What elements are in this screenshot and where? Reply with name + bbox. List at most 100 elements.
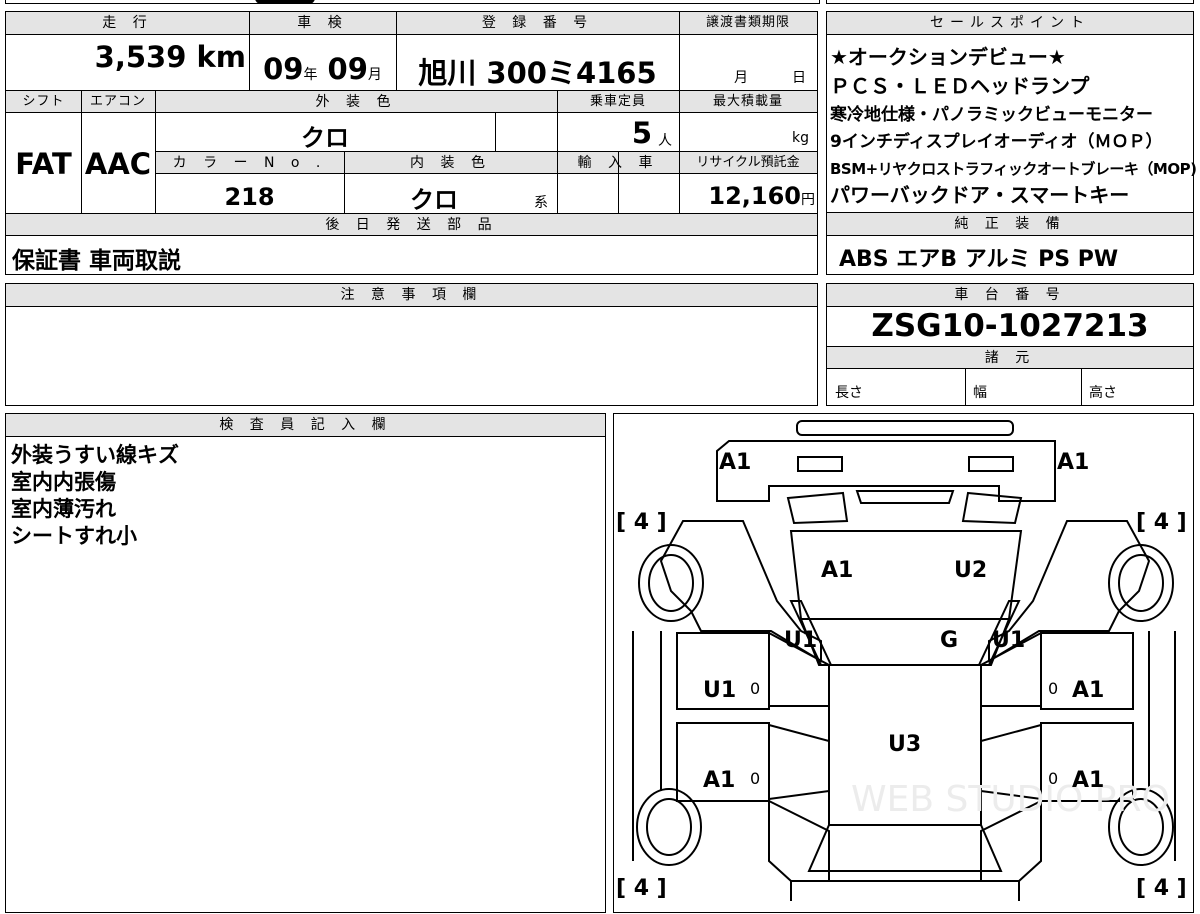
shift-value: FAT <box>15 147 72 181</box>
color-number-value: 218 <box>224 183 275 211</box>
grid-line <box>557 90 558 214</box>
shaken-month: 09 <box>327 52 368 86</box>
panel-zero-label: 0 <box>750 679 761 698</box>
grid-line <box>679 12 680 214</box>
mileage-value-cell: 3,539 km <box>6 40 246 74</box>
grid-line <box>155 90 156 214</box>
grid-line <box>495 113 496 151</box>
damage-mark-pillar-right: U1 <box>992 628 1026 653</box>
mileage-label: 走 行 <box>6 12 249 35</box>
inspector-note: シートすれ小 <box>11 524 137 548</box>
mileage-unit: km <box>196 40 246 74</box>
notes-box: 注 意 事 項 欄 <box>5 283 818 406</box>
sales-point-line: ★オークションデビュー★ <box>830 45 1066 69</box>
inspector-label: 検 査 員 記 入 欄 <box>6 414 605 437</box>
later-parts-label: 後 日 発 送 部 品 <box>6 213 817 236</box>
grid-line <box>396 12 397 91</box>
transfer-day-unit: 日 <box>792 70 806 86</box>
sales-point-line: ＰＣＳ・ＬＥＤヘッドランプ <box>830 74 1090 98</box>
damage-mark-front-left: A1 <box>719 450 752 475</box>
grid-line <box>81 90 82 214</box>
damage-mark-windshield: G <box>940 628 959 653</box>
car-outline-diagram: WEB STUDIO PRO <box>632 420 1176 901</box>
vehicle-info-table: 走 行 車 検 登 録 番 号 譲渡書類期限 3,539 km 09年 09月 … <box>5 11 818 275</box>
shift-label: シフト <box>6 90 81 113</box>
panel-zero-label: 0 <box>1048 769 1059 788</box>
transfer-month-unit: 月 <box>734 70 748 86</box>
aircon-value: AAC <box>84 147 152 181</box>
inspector-note: 室内内張傷 <box>11 470 116 494</box>
inspector-note: 室内薄汚れ <box>11 497 116 521</box>
tire-depth-rear-left: [ 4 ] <box>616 876 667 901</box>
top-strip-cell <box>826 0 1194 4</box>
damage-mark-rear-door-right: A1 <box>1072 768 1105 793</box>
shaken-month-unit: 月 <box>367 67 382 83</box>
sales-points-box: セールスポイント ★オークションデビュー★ ＰＣＳ・ＬＥＤヘッドランプ 寒冷地仕… <box>826 11 1197 213</box>
equipment-label: 純 正 装 備 <box>827 213 1193 236</box>
chassis-number-label: 車 台 番 号 <box>827 284 1193 307</box>
shaken-value-cell: 09年 09月 <box>249 52 396 86</box>
damage-mark-roof: U3 <box>888 732 922 757</box>
height-label: 高さ <box>1089 385 1117 401</box>
recycle-deposit-value-cell: 12,160円 <box>679 182 815 210</box>
interior-color-suffix: 系 <box>534 195 548 211</box>
grid-line <box>1081 369 1082 405</box>
length-label: 長さ <box>835 385 863 401</box>
grid-line <box>965 369 966 405</box>
grid-line <box>344 151 345 214</box>
damage-mark-pillar-left: U1 <box>784 628 818 653</box>
recycle-deposit-unit: 円 <box>801 192 815 208</box>
width-label: 幅 <box>973 385 987 401</box>
top-strip-cut-text <box>255 0 315 4</box>
equipment-value: ABS エアB アルミ PS PW <box>839 247 1119 272</box>
aircon-label: エアコン <box>81 90 155 113</box>
damage-mark-front-door-right: A1 <box>1072 678 1105 703</box>
exterior-color-value: クロ <box>301 124 349 152</box>
panel-zero-label: 0 <box>1048 679 1059 698</box>
registration-label: 登 録 番 号 <box>396 12 679 35</box>
panel-zero-label: 0 <box>750 769 761 788</box>
damage-mark-rear-door-left: A1 <box>703 768 736 793</box>
interior-color-value: クロ <box>410 186 458 214</box>
equipment-box: 純 正 装 備 ABS エアB アルミ PS PW <box>826 212 1194 275</box>
sales-points-label: セールスポイント <box>827 12 1193 35</box>
tire-depth-rear-right: [ 4 ] <box>1136 876 1187 901</box>
sales-point-line: 寒冷地仕様・パノラミックビューモニター <box>830 105 1153 125</box>
tire-depth-front-right: [ 4 ] <box>1136 510 1187 535</box>
watermark: WEB STUDIO PRO <box>851 779 1170 820</box>
damage-diagram-box: WEB STUDIO PRO A1 A1 A1 U2 U1 G U1 U1 A1… <box>613 413 1194 913</box>
grid-line <box>618 151 619 214</box>
registration-value: 旭川 300ミ4165 <box>418 56 657 90</box>
capacity-label: 乗車定員 <box>557 90 679 113</box>
sales-point-line: 9インチディスプレイオーディオ（ＭＯＰ） <box>830 132 1163 152</box>
chassis-box: 車 台 番 号 ZSG10-1027213 諸 元 長さ 幅 高さ <box>826 283 1194 406</box>
mileage-value: 3,539 <box>94 40 187 74</box>
max-load-label: 最大積載量 <box>679 90 817 113</box>
shaken-year: 09 <box>263 52 304 86</box>
damage-mark-front-right: A1 <box>1057 450 1090 475</box>
notes-label: 注 意 事 項 欄 <box>6 284 817 307</box>
inspector-box: 検 査 員 記 入 欄 外装うすい線キズ 室内内張傷 室内薄汚れ シートすれ小 <box>5 413 606 913</box>
exterior-color-label: 外 装 色 <box>155 90 557 113</box>
recycle-deposit-value: 12,160 <box>708 182 801 210</box>
later-parts-value: 保証書 車両取説 <box>12 248 182 274</box>
sales-point-line: パワーバックドア・スマートキー <box>830 183 1130 207</box>
top-strip-cell <box>5 0 820 4</box>
grid-line <box>249 12 250 91</box>
color-number-label: カ ラ ー N o . <box>155 151 344 174</box>
inspector-note: 外装うすい線キズ <box>11 443 179 467</box>
interior-color-label: 内 装 色 <box>344 151 557 174</box>
damage-mark-front-door-left: U1 <box>703 678 737 703</box>
shaken-label: 車 検 <box>249 12 396 35</box>
transfer-deadline-label: 譲渡書類期限 <box>679 12 817 35</box>
tire-depth-front-left: [ 4 ] <box>616 510 667 535</box>
capacity-unit: 人 <box>658 133 672 149</box>
capacity-value: 5 <box>631 116 652 150</box>
shaken-year-unit: 年 <box>303 67 318 83</box>
damage-mark-hood-left: A1 <box>821 558 854 583</box>
recycle-deposit-label: リサイクル預託金 <box>679 151 817 174</box>
chassis-number-value: ZSG10-1027213 <box>871 308 1149 344</box>
damage-mark-hood-right: U2 <box>954 558 988 583</box>
specs-label: 諸 元 <box>827 346 1193 369</box>
max-load-unit: kg <box>792 130 809 146</box>
